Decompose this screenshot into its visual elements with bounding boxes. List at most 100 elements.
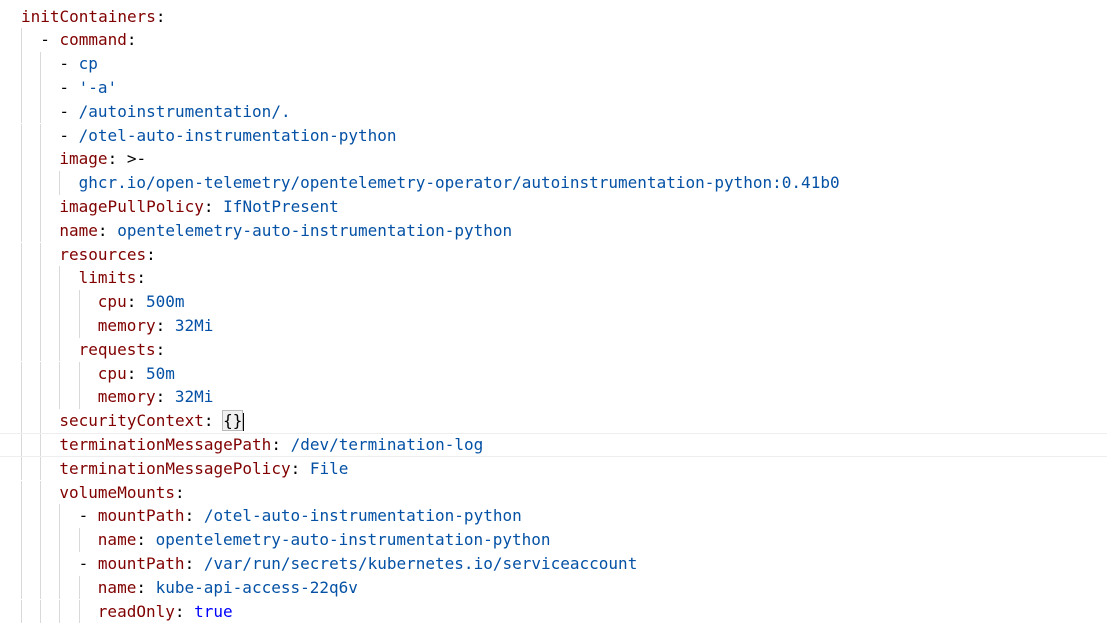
indent-guide <box>40 361 42 386</box>
yaml-value: ghcr.io/open-telemetry/opentelemetry-ope… <box>78 173 840 193</box>
code-editor[interactable]: initContainers: - command: - cp - '-a' - /au… <box>0 0 1107 623</box>
code-content: image: >- <box>59 147 146 171</box>
code-line[interactable]: name: opentelemetry-auto-instrumentation… <box>0 218 1107 243</box>
yaml-value: >- <box>126 149 147 169</box>
indent-guide <box>40 409 42 433</box>
code-line[interactable]: ghcr.io/open-telemetry/opentelemetry-ope… <box>0 171 1107 195</box>
indent-guide <box>21 123 22 148</box>
indent-guide <box>21 242 22 267</box>
yaml-key: name <box>97 530 137 550</box>
yaml-value: /otel-auto-instrumentation-python <box>78 125 397 145</box>
indent-guide <box>59 504 61 529</box>
indent-guide <box>21 171 22 195</box>
code-line[interactable]: securityContext: {} <box>0 409 1107 433</box>
list-dash: - <box>78 553 98 573</box>
indent-guide <box>21 504 22 529</box>
code-line[interactable]: resources: <box>0 242 1107 267</box>
list-dash: - <box>59 54 79 74</box>
list-dash: - <box>40 30 60 50</box>
indent-guide <box>40 337 42 362</box>
yaml-key: limits <box>78 268 137 288</box>
yaml-key: cpu <box>97 363 127 383</box>
indent-guide <box>21 551 22 576</box>
code-line[interactable]: limits: <box>0 266 1107 291</box>
code-line[interactable]: - cp <box>0 52 1107 76</box>
indent-guide <box>21 409 22 433</box>
yaml-key: securityContext <box>59 411 204 431</box>
indent-guide <box>40 75 42 100</box>
colon: : <box>126 30 137 50</box>
code-line[interactable]: - /otel-auto-instrumentation-python <box>0 123 1107 148</box>
indent-guide <box>59 599 61 623</box>
code-content: volumeMounts: <box>59 481 184 505</box>
code-line[interactable]: name: kube-api-access-22q6v <box>0 575 1107 600</box>
code-content: requests: <box>79 338 166 362</box>
indent-guide <box>40 480 42 505</box>
colon: : <box>97 220 108 240</box>
code-line[interactable]: memory: 32Mi <box>0 385 1107 410</box>
colon: : <box>107 149 118 169</box>
indent-guide <box>59 528 61 552</box>
colon: : <box>155 6 166 26</box>
indent-guide <box>40 528 42 552</box>
list-dash: - <box>59 101 79 121</box>
yaml-value: 32Mi <box>174 315 214 335</box>
indent-guide <box>21 456 22 481</box>
code-line[interactable]: image: >- <box>0 147 1107 172</box>
list-dash: - <box>78 506 98 526</box>
code-line[interactable]: - mountPath: /var/run/secrets/kubernetes… <box>0 551 1107 576</box>
code-content: - mountPath: /var/run/secrets/kubernetes… <box>79 552 638 576</box>
code-line[interactable]: memory: 32Mi <box>0 313 1107 338</box>
colon: : <box>155 339 166 359</box>
colon: : <box>126 292 137 312</box>
code-line[interactable]: - '-a' <box>0 75 1107 100</box>
yaml-key: resources <box>59 244 147 264</box>
code-content: limits: <box>79 266 146 290</box>
code-content: resources: <box>59 243 155 267</box>
indent-guide <box>59 290 61 314</box>
indent-guide <box>40 456 42 481</box>
indent-guide <box>21 361 22 386</box>
indent-guide <box>21 266 22 291</box>
code-line[interactable]: terminationMessagePath: /dev/termination… <box>0 432 1107 457</box>
indent-guide <box>59 361 61 386</box>
indent-guide <box>40 242 42 267</box>
code-line[interactable]: cpu: 50m <box>0 361 1107 386</box>
yaml-value: cp <box>78 54 98 74</box>
indent-guide <box>21 75 22 100</box>
yaml-key: initContainers <box>21 6 156 26</box>
indent-guide <box>40 171 42 195</box>
colon: : <box>136 577 146 597</box>
indent-guide <box>21 433 22 456</box>
code-line[interactable]: readOnly: true <box>0 599 1107 623</box>
colon: : <box>174 601 185 621</box>
code-content: cpu: 500m <box>98 290 185 314</box>
code-line[interactable]: initContainers: <box>0 5 1107 29</box>
text-cursor <box>242 412 245 431</box>
indent-guide <box>21 28 22 53</box>
code-line[interactable]: requests: <box>0 337 1107 362</box>
indent-guide <box>21 194 22 219</box>
code-line[interactable]: - /autoinstrumentation/. <box>0 99 1107 124</box>
yaml-key: requests <box>78 339 156 359</box>
code-line[interactable]: terminationMessagePolicy: File <box>0 456 1107 481</box>
indent-guide <box>40 194 42 219</box>
yaml-key: mountPath <box>97 506 185 526</box>
code-line[interactable]: cpu: 500m <box>0 290 1107 314</box>
indent-guide <box>21 385 22 410</box>
yaml-value: 50m <box>145 363 175 383</box>
code-line[interactable]: - mountPath: /otel-auto-instrumentation-… <box>0 504 1107 529</box>
code-line[interactable]: volumeMounts: <box>0 480 1107 505</box>
indent-guide <box>40 52 42 76</box>
yaml-value: 32Mi <box>174 387 214 407</box>
colon: : <box>174 482 185 502</box>
code-line[interactable]: - command: <box>0 28 1107 53</box>
code-line[interactable]: imagePullPolicy: IfNotPresent <box>0 194 1107 219</box>
code-line[interactable]: name: opentelemetry-auto-instrumentation… <box>0 528 1107 552</box>
